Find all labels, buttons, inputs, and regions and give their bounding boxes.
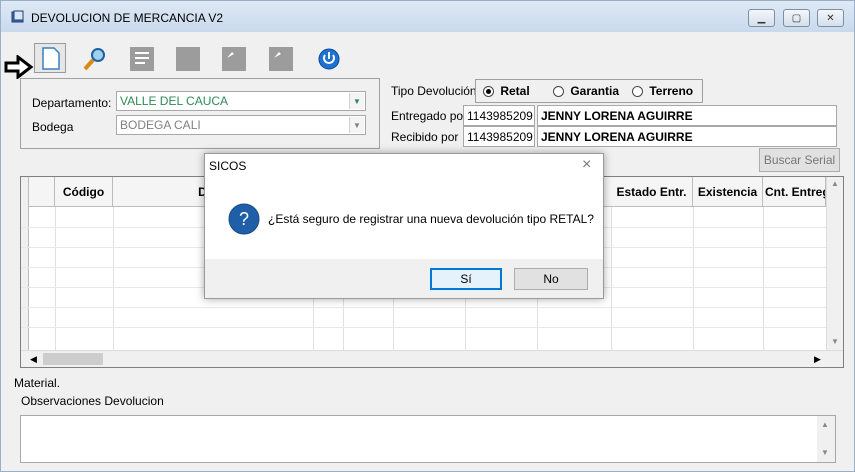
departamento-value: VALLE DEL CAUCA — [120, 94, 229, 108]
radio-retal[interactable]: Retal — [483, 84, 530, 98]
grid-corner-header — [29, 177, 55, 207]
radio-terreno-label: Terreno — [649, 84, 694, 98]
radio-indicator — [632, 86, 643, 98]
recibido-label: Recibido por — [391, 130, 459, 144]
observaciones-label: Observaciones Devolucion — [21, 394, 164, 408]
column-header-cantidad[interactable]: Cnt. Entreg — [763, 177, 826, 207]
departamento-label: Departamento: — [32, 96, 112, 110]
radio-indicator — [553, 86, 564, 98]
no-button[interactable]: No — [514, 268, 588, 290]
buscar-serial-button[interactable]: Buscar Serial — [759, 148, 840, 172]
grid-line — [55, 207, 56, 352]
entregado-label: Entregado por — [391, 109, 468, 123]
scroll-thumb[interactable] — [43, 353, 103, 365]
main-window: DEVOLUCION DE MERCANCIA V2 ▁ ▢ ✕ Departa… — [0, 0, 855, 472]
new-document-icon — [42, 47, 60, 70]
recibido-name-field[interactable]: JENNY LORENA AGUIRRE — [537, 126, 837, 147]
power-icon — [318, 48, 340, 70]
blank-button[interactable] — [175, 46, 201, 72]
close-icon: ✕ — [826, 12, 835, 24]
dialog-close-icon[interactable]: × — [582, 156, 591, 174]
grid-line — [763, 207, 764, 352]
location-group — [20, 78, 380, 149]
search-icon — [83, 48, 105, 71]
radio-retal-label: Retal — [500, 84, 530, 98]
bodega-value: BODEGA CALI — [120, 118, 201, 132]
search-button[interactable] — [82, 46, 108, 72]
radio-garantia[interactable]: Garantia — [553, 84, 619, 98]
bodega-label: Bodega — [32, 120, 74, 134]
horizontal-scrollbar[interactable]: ◀ ▶ — [21, 350, 843, 367]
scroll-up-icon[interactable]: ▲ — [831, 179, 839, 188]
grid-line — [693, 207, 694, 352]
scroll-up-icon[interactable]: ▲ — [821, 420, 829, 429]
svg-text:?: ? — [239, 209, 249, 229]
question-icon: ? — [228, 203, 260, 235]
scroll-down-icon[interactable]: ▼ — [831, 337, 839, 346]
yes-button[interactable]: Sí — [430, 268, 502, 290]
dialog-footer: Sí No — [205, 259, 603, 298]
column-header-codigo[interactable]: Código — [55, 177, 113, 207]
confirm-dialog: SICOS × ? ¿Está seguro de registrar una … — [204, 153, 604, 299]
scroll-down-icon[interactable]: ▼ — [821, 448, 829, 457]
textarea-scrollbar[interactable]: ▲ ▼ — [817, 416, 835, 462]
pointer-arrow-icon — [4, 55, 34, 79]
dialog-title: SICOS — [209, 159, 247, 173]
save-icon — [222, 47, 246, 71]
grid-line — [21, 307, 826, 308]
radio-garantia-label: Garantia — [570, 84, 620, 98]
recibido-id-field[interactable]: 1143985209 — [463, 126, 535, 147]
save-button[interactable] — [221, 46, 247, 72]
title-bar: DEVOLUCION DE MERCANCIA V2 ▁ ▢ ✕ — [1, 1, 854, 32]
entregado-name-field[interactable]: JENNY LORENA AGUIRRE — [537, 105, 837, 126]
maximize-icon: ▢ — [791, 12, 802, 24]
print-button[interactable] — [268, 46, 294, 72]
app-icon — [11, 10, 24, 23]
dialog-message: ¿Está seguro de registrar una nueva devo… — [268, 212, 594, 226]
material-label: Material. — [14, 376, 61, 390]
list-button[interactable] — [129, 46, 155, 72]
grid-line — [21, 327, 826, 328]
scroll-left-icon[interactable]: ◀ — [30, 354, 37, 365]
grid-line — [113, 207, 114, 352]
column-header-estado[interactable]: Estado Entr. — [611, 177, 693, 207]
power-button[interactable] — [317, 46, 343, 72]
radio-terreno[interactable]: Terreno — [632, 84, 693, 98]
grid-line — [611, 207, 612, 352]
observaciones-textarea[interactable]: ▲ ▼ — [20, 415, 836, 463]
minimize-button[interactable]: ▁ — [748, 9, 775, 27]
chevron-down-icon: ▼ — [349, 117, 364, 133]
vertical-scrollbar[interactable]: ▲ ▼ — [826, 177, 843, 350]
radio-indicator — [483, 86, 494, 98]
new-button[interactable] — [34, 43, 66, 73]
departamento-select[interactable]: VALLE DEL CAUCA ▼ — [116, 91, 366, 111]
window-title: DEVOLUCION DE MERCANCIA V2 — [31, 11, 224, 25]
scroll-right-icon[interactable]: ▶ — [814, 354, 821, 365]
print-icon — [269, 47, 293, 71]
maximize-button[interactable]: ▢ — [783, 9, 810, 27]
minimize-icon: ▁ — [757, 12, 766, 24]
tipo-devolucion-label: Tipo Devolución — [391, 84, 477, 98]
bodega-select[interactable]: BODEGA CALI ▼ — [116, 115, 366, 135]
row-header-strip — [21, 177, 29, 350]
chevron-down-icon: ▼ — [349, 93, 364, 109]
close-button[interactable]: ✕ — [817, 9, 844, 27]
entregado-id-field[interactable]: 1143985209 — [463, 105, 535, 126]
column-header-existencia[interactable]: Existencia — [693, 177, 763, 207]
blank-icon — [176, 47, 200, 71]
list-icon — [130, 47, 154, 71]
